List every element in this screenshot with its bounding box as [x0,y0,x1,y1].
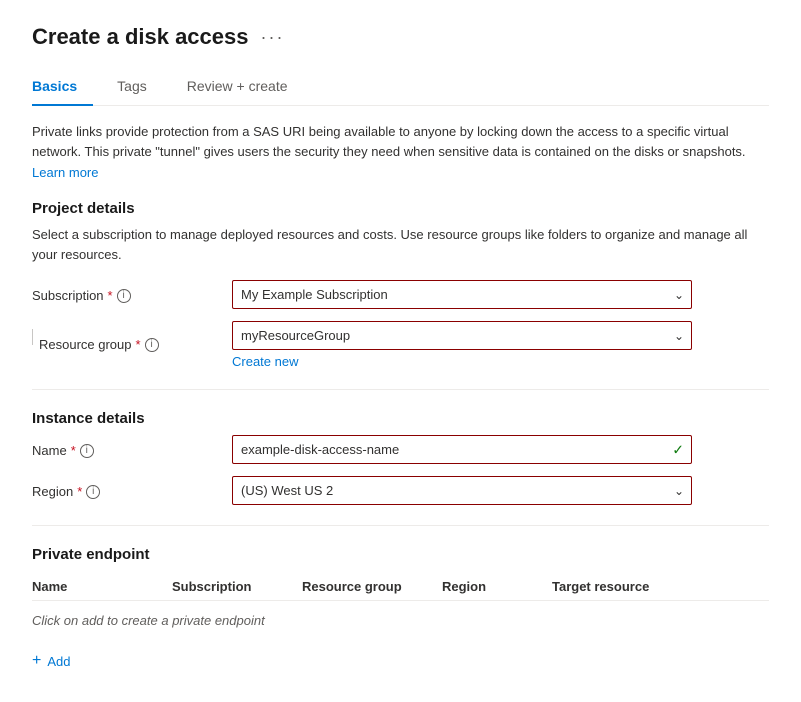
project-details-title: Project details [32,200,769,217]
resource-group-select[interactable]: myResourceGroup [232,321,692,350]
private-endpoint-section: Private endpoint Name Subscription Resou… [32,546,769,678]
learn-more-link[interactable]: Learn more [32,165,98,180]
region-info-icon[interactable]: i [86,485,100,499]
tab-review-create[interactable]: Review + create [187,70,304,106]
resource-group-info-icon[interactable]: i [145,338,159,352]
project-details-description: Select a subscription to manage deployed… [32,225,769,264]
description-text: Private links provide protection from a … [32,122,769,161]
subscription-row: Subscription * i My Example Subscription… [32,280,769,309]
subscription-control: My Example Subscription ⌄ [232,280,692,309]
tab-tags[interactable]: Tags [117,70,163,106]
resource-group-label: Resource group * i [39,329,239,352]
instance-details-title: Instance details [32,410,769,427]
col-header-subscription: Subscription [172,579,302,594]
more-options-icon[interactable]: ··· [261,27,285,48]
private-endpoint-title: Private endpoint [32,546,769,563]
name-input-wrapper: ✓ [232,435,692,464]
resource-group-select-wrapper: myResourceGroup ⌄ [232,321,692,350]
col-header-name: Name [32,579,172,594]
subscription-label: Subscription * i [32,280,232,303]
subscription-select[interactable]: My Example Subscription [232,280,692,309]
name-label: Name * i [32,435,232,458]
name-control: ✓ [232,435,692,464]
subscription-info-icon[interactable]: i [117,289,131,303]
resource-group-label-wrapper: Resource group * i [32,321,232,352]
col-header-region: Region [442,579,552,594]
add-button[interactable]: + Add [32,644,70,678]
name-row: Name * i ✓ [32,435,769,464]
region-select[interactable]: (US) West US 2 [232,476,692,505]
region-label: Region * i [32,476,232,499]
add-button-label: Add [47,654,70,669]
col-header-resource-group: Resource group [302,579,442,594]
name-input[interactable] [232,435,692,464]
page-title: Create a disk access [32,24,249,50]
resource-group-row: Resource group * i myResourceGroup ⌄ Cre… [32,321,769,369]
plus-icon: + [32,652,41,670]
table-header: Name Subscription Resource group Region … [32,571,769,601]
name-info-icon[interactable]: i [80,444,94,458]
col-header-target: Target resource [552,579,769,594]
region-select-wrapper: (US) West US 2 ⌄ [232,476,692,505]
region-required: * [77,484,82,499]
page-container: Create a disk access ··· Basics Tags Rev… [0,0,801,702]
table-empty-message: Click on add to create a private endpoin… [32,601,769,640]
page-header: Create a disk access ··· [32,24,769,50]
subscription-select-wrapper: My Example Subscription ⌄ [232,280,692,309]
tab-basics[interactable]: Basics [32,70,93,106]
indent-line [32,329,33,345]
create-new-link[interactable]: Create new [232,354,692,369]
resource-group-required: * [136,337,141,352]
name-check-icon: ✓ [672,441,684,458]
subscription-required: * [108,288,113,303]
region-row: Region * i (US) West US 2 ⌄ [32,476,769,505]
tabs-container: Basics Tags Review + create [32,70,769,106]
resource-group-control: myResourceGroup ⌄ Create new [232,321,692,369]
name-required: * [71,443,76,458]
divider-2 [32,525,769,526]
region-control: (US) West US 2 ⌄ [232,476,692,505]
divider-1 [32,389,769,390]
